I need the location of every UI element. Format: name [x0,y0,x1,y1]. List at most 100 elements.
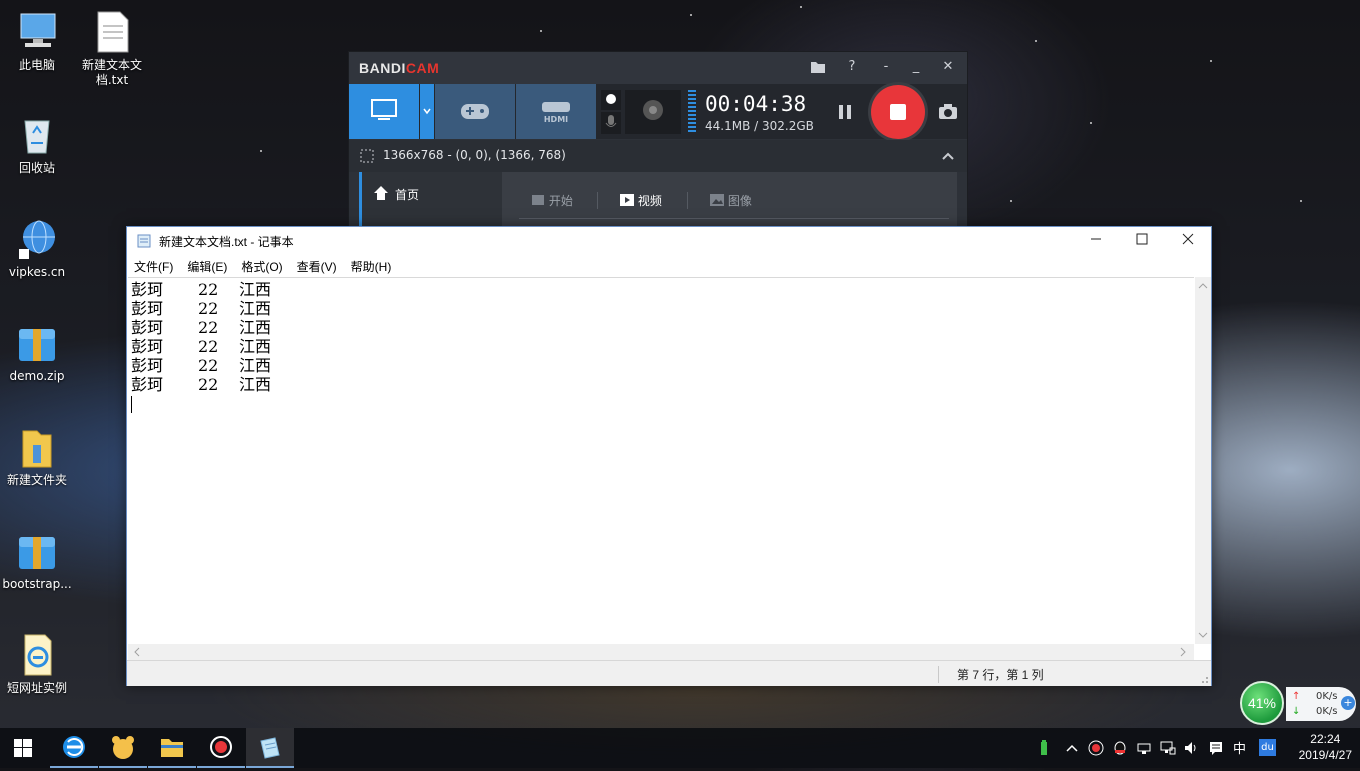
mini-mode-button[interactable]: - [873,56,899,78]
chevron-up-icon[interactable] [1065,741,1079,755]
upload-speed: 0K/s [1316,691,1338,702]
menu-file[interactable]: 文件(F) [127,258,180,275]
desktop-icon-this-pc[interactable]: 此电脑 [0,10,77,73]
text-line: 彭珂 22 江西 [131,280,272,299]
desktop-icon-vipkes[interactable]: vipkes.cn [0,217,77,280]
minimize-button[interactable]: _ [903,56,929,78]
computer-icon [15,10,59,54]
plus-icon[interactable]: + [1341,696,1355,710]
video-icon [620,194,634,206]
desktop-icon-bootstrap[interactable]: bootstrap... [0,529,77,592]
help-button[interactable]: ? [839,56,865,78]
maximize-button[interactable] [1119,227,1165,255]
taskbar-file-explorer[interactable] [148,728,196,768]
speed-panel: ↑ 0K/s ↓ 0K/s + [1286,687,1356,721]
taskbar-clock[interactable]: 22:24 2019/4/27 [1299,731,1352,763]
image-icon [710,194,724,206]
home-nav-item[interactable]: 首页 [359,172,502,228]
desktop-icon-demo-zip[interactable]: demo.zip [0,321,77,384]
text-editor[interactable]: 彭珂 22 江西 彭珂 22 江西 彭珂 22 江西 彭珂 22 江西 彭珂 22 江西 彭珂 22 江… [128,277,1194,644]
desktop-icon-recycle-bin[interactable]: 回收站 [0,113,77,176]
clapper-icon [532,195,544,205]
capture-region-text: 1366x768 - (0, 0), (1366, 768) [383,148,566,162]
desktop-icon-label: demo.zip [9,369,65,383]
mouse-cursor-icon[interactable] [601,90,621,110]
desktop-icon-short-url[interactable]: 短网址实例 [0,633,77,696]
status-bar: 第 7 行，第 1 列 [127,660,1211,686]
taskbar: 中 du 22:24 2019/4/27 [0,728,1360,768]
capture-region-bar[interactable]: 1366x768 - (0, 0), (1366, 768) [349,140,967,172]
menu-help[interactable]: 帮助(H) [344,258,399,275]
taskbar-bandicam[interactable] [197,728,245,768]
desktop-icon-label: 此电脑 [18,58,55,72]
pause-button[interactable] [835,102,855,122]
resize-grip-icon[interactable] [1199,674,1209,684]
microphone-icon[interactable] [601,112,621,134]
ime-indicator[interactable]: 中 [1233,738,1246,757]
recording-file-size: 44.1MB / 302.2GB [705,119,814,133]
browser-icon [63,736,85,758]
desktop-icon-label: bootstrap... [2,577,72,591]
record-tray-icon[interactable] [1088,740,1104,756]
taskbar-notepad[interactable] [246,728,294,768]
svg-text:HDMI: HDMI [544,115,568,124]
tab-start[interactable]: 开始 [531,192,573,209]
bandicam-panel: 首页 开始 视频 图像 [359,172,957,228]
desktop-icon-label: 新建文本文档.txt [81,58,142,87]
tab-video[interactable]: 视频 [597,192,662,209]
recording-timer: 00:04:38 [705,92,807,116]
taskbar-browser[interactable] [50,728,98,768]
stop-recording-button[interactable] [871,85,925,139]
menu-format[interactable]: 格式(O) [234,258,289,275]
screenshot-camera-icon[interactable] [937,102,959,122]
scroll-left-arrow-icon[interactable] [130,644,144,660]
audio-level-meter [688,90,696,134]
scroll-up-arrow-icon[interactable] [1195,279,1211,293]
globe-icon [15,217,59,261]
screen-mode-button[interactable] [349,84,419,139]
start-button[interactable] [0,728,48,768]
desktop-icon-label: 新建文件夹 [6,473,67,487]
qq-tray-icon[interactable] [1112,740,1128,756]
volume-icon[interactable] [1183,740,1199,756]
menu-bar: 文件(F) 编辑(E) 格式(O) 查看(V) 帮助(H) [127,255,1211,277]
recycle-bin-icon [15,113,59,157]
zip-archive-icon [15,529,59,573]
battery-icon[interactable] [1038,740,1050,756]
cursor-position: 第 7 行，第 1 列 [938,666,1044,683]
stop-icon [890,104,906,120]
download-speed: 0K/s [1316,706,1338,717]
text-cursor [131,396,132,413]
screen-mode-dropdown[interactable] [420,84,434,139]
clock-date: 2019/4/27 [1298,748,1352,762]
desktop-icon-new-folder[interactable]: 新建文件夹 [0,425,77,488]
game-mode-button[interactable] [435,84,515,139]
close-button[interactable] [1165,227,1211,255]
vertical-scrollbar[interactable] [1195,277,1211,644]
tab-image[interactable]: 图像 [687,192,752,209]
minimize-button[interactable] [1073,227,1119,255]
close-button[interactable]: ✕ [935,56,961,78]
menu-view[interactable]: 查看(V) [290,258,344,275]
notification-icon[interactable] [1208,740,1224,756]
taskbar-qq-pet[interactable] [99,728,147,768]
notepad-icon [137,234,151,248]
record-icon [210,736,232,758]
desktop-icon-label: vipkes.cn [8,265,66,279]
chevron-up-icon[interactable] [941,149,955,163]
desktop-icon-text-file[interactable]: 新建文本文档.txt [72,10,152,88]
ethernet-icon[interactable] [1160,740,1176,756]
scroll-right-arrow-icon[interactable] [1176,644,1190,660]
menu-edit[interactable]: 编辑(E) [180,258,234,275]
hdmi-mode-button[interactable]: HDMI [516,84,596,139]
scroll-down-arrow-icon[interactable] [1195,628,1211,642]
network-speed-widget[interactable]: ↑ 0K/s ↓ 0K/s + 41% [1240,681,1360,725]
horizontal-scrollbar[interactable] [128,644,1194,660]
webcam-icon[interactable] [625,90,681,134]
baidu-tray-icon[interactable]: du [1259,739,1276,756]
notepad-titlebar[interactable]: 新建文本文档.txt - 记事本 [127,227,1211,255]
memory-usage-ball[interactable]: 41% [1240,681,1284,725]
folder-icon[interactable] [805,56,831,78]
pet-icon [112,736,134,759]
network-tray-icon[interactable] [1136,740,1152,756]
